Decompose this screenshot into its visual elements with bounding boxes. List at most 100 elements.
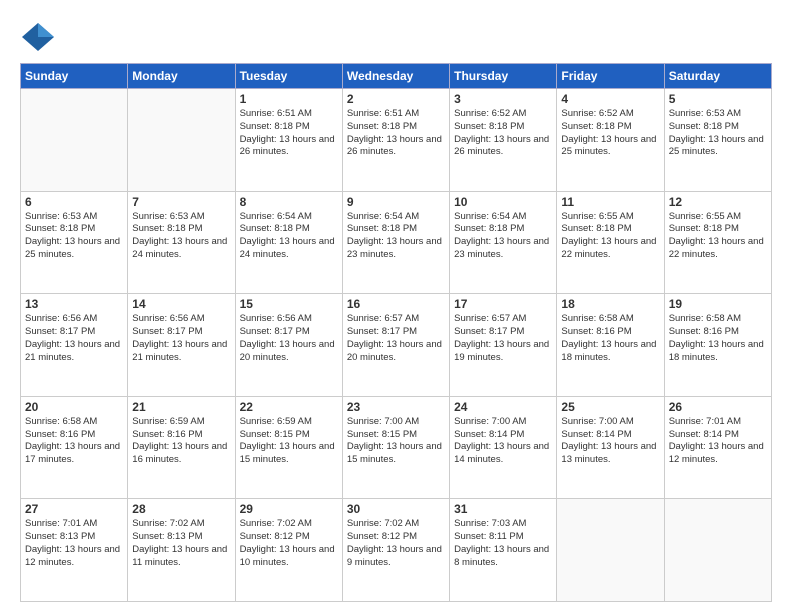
- day-info: Sunrise: 6:51 AM Sunset: 8:18 PM Dayligh…: [347, 108, 445, 159]
- day-of-week-tuesday: Tuesday: [235, 64, 342, 89]
- day-info: Sunrise: 6:56 AM Sunset: 8:17 PM Dayligh…: [240, 313, 338, 364]
- day-info: Sunrise: 6:53 AM Sunset: 8:18 PM Dayligh…: [669, 108, 767, 159]
- day-cell: 16 Sunrise: 6:57 AM Sunset: 8:17 PM Dayli…: [342, 294, 449, 397]
- day-info: Sunrise: 6:55 AM Sunset: 8:18 PM Dayligh…: [669, 211, 767, 262]
- day-number: 8: [240, 195, 338, 209]
- day-info: Sunrise: 6:53 AM Sunset: 8:18 PM Dayligh…: [132, 211, 230, 262]
- days-of-week-row: SundayMondayTuesdayWednesdayThursdayFrid…: [21, 64, 772, 89]
- day-cell: 19 Sunrise: 6:58 AM Sunset: 8:16 PM Dayli…: [664, 294, 771, 397]
- calendar-header: SundayMondayTuesdayWednesdayThursdayFrid…: [21, 64, 772, 89]
- week-row-0: 1 Sunrise: 6:51 AM Sunset: 8:18 PM Daylig…: [21, 89, 772, 192]
- logo: [20, 16, 59, 55]
- day-info: Sunrise: 7:00 AM Sunset: 8:14 PM Dayligh…: [454, 416, 552, 467]
- day-number: 27: [25, 502, 123, 516]
- day-of-week-saturday: Saturday: [664, 64, 771, 89]
- day-info: Sunrise: 6:52 AM Sunset: 8:18 PM Dayligh…: [561, 108, 659, 159]
- day-number: 23: [347, 400, 445, 414]
- day-cell: 25Sunrise: 7:00 AM Sunset: 8:14 PM Dayli…: [557, 396, 664, 499]
- header: [20, 16, 772, 55]
- day-info: Sunrise: 7:00 AM Sunset: 8:15 PM Dayligh…: [347, 416, 445, 467]
- day-info: Sunrise: 6:53 AM Sunset: 8:18 PM Dayligh…: [25, 211, 123, 262]
- day-cell: 6Sunrise: 6:53 AM Sunset: 8:18 PM Daylig…: [21, 191, 128, 294]
- day-of-week-thursday: Thursday: [450, 64, 557, 89]
- day-info: Sunrise: 6:57 AM Sunset: 8:17 PM Dayligh…: [454, 313, 552, 364]
- calendar-body: 1 Sunrise: 6:51 AM Sunset: 8:18 PM Daylig…: [21, 89, 772, 602]
- day-number: 22: [240, 400, 338, 414]
- day-cell: 11 Sunrise: 6:55 AM Sunset: 8:18 PM Dayli…: [557, 191, 664, 294]
- day-cell: 20 Sunrise: 6:58 AM Sunset: 8:16 PM Dayli…: [21, 396, 128, 499]
- day-number: 12: [669, 195, 767, 209]
- day-info: Sunrise: 6:59 AM Sunset: 8:15 PM Dayligh…: [240, 416, 338, 467]
- day-cell: [128, 89, 235, 192]
- page: SundayMondayTuesdayWednesdayThursdayFrid…: [0, 0, 792, 612]
- week-row-2: 13Sunrise: 6:56 AM Sunset: 8:17 PM Dayli…: [21, 294, 772, 397]
- day-cell: 1 Sunrise: 6:51 AM Sunset: 8:18 PM Daylig…: [235, 89, 342, 192]
- day-info: Sunrise: 6:56 AM Sunset: 8:17 PM Dayligh…: [132, 313, 230, 364]
- day-info: Sunrise: 6:51 AM Sunset: 8:18 PM Dayligh…: [240, 108, 338, 159]
- day-cell: 24 Sunrise: 7:00 AM Sunset: 8:14 PM Dayli…: [450, 396, 557, 499]
- day-info: Sunrise: 6:59 AM Sunset: 8:16 PM Dayligh…: [132, 416, 230, 467]
- day-cell: [21, 89, 128, 192]
- day-cell: 7 Sunrise: 6:53 AM Sunset: 8:18 PM Daylig…: [128, 191, 235, 294]
- day-info: Sunrise: 6:57 AM Sunset: 8:17 PM Dayligh…: [347, 313, 445, 364]
- day-info: Sunrise: 7:02 AM Sunset: 8:12 PM Dayligh…: [347, 518, 445, 569]
- day-cell: 22 Sunrise: 6:59 AM Sunset: 8:15 PM Dayli…: [235, 396, 342, 499]
- day-number: 3: [454, 92, 552, 106]
- day-info: Sunrise: 7:03 AM Sunset: 8:11 PM Dayligh…: [454, 518, 552, 569]
- day-cell: 18 Sunrise: 6:58 AM Sunset: 8:16 PM Dayli…: [557, 294, 664, 397]
- day-cell: 31 Sunrise: 7:03 AM Sunset: 8:11 PM Dayli…: [450, 499, 557, 602]
- day-number: 29: [240, 502, 338, 516]
- calendar: SundayMondayTuesdayWednesdayThursdayFrid…: [20, 63, 772, 602]
- day-info: Sunrise: 6:58 AM Sunset: 8:16 PM Dayligh…: [669, 313, 767, 364]
- day-number: 1: [240, 92, 338, 106]
- day-number: 20: [25, 400, 123, 414]
- day-cell: 29 Sunrise: 7:02 AM Sunset: 8:12 PM Dayli…: [235, 499, 342, 602]
- day-of-week-wednesday: Wednesday: [342, 64, 449, 89]
- day-cell: 13Sunrise: 6:56 AM Sunset: 8:17 PM Dayli…: [21, 294, 128, 397]
- day-cell: 21Sunrise: 6:59 AM Sunset: 8:16 PM Dayli…: [128, 396, 235, 499]
- day-cell: 3 Sunrise: 6:52 AM Sunset: 8:18 PM Daylig…: [450, 89, 557, 192]
- day-number: 28: [132, 502, 230, 516]
- day-cell: 28 Sunrise: 7:02 AM Sunset: 8:13 PM Dayli…: [128, 499, 235, 602]
- day-info: Sunrise: 7:02 AM Sunset: 8:12 PM Dayligh…: [240, 518, 338, 569]
- day-number: 18: [561, 297, 659, 311]
- day-info: Sunrise: 6:54 AM Sunset: 8:18 PM Dayligh…: [454, 211, 552, 262]
- day-number: 11: [561, 195, 659, 209]
- day-number: 9: [347, 195, 445, 209]
- day-number: 14: [132, 297, 230, 311]
- day-info: Sunrise: 6:54 AM Sunset: 8:18 PM Dayligh…: [240, 211, 338, 262]
- day-number: 24: [454, 400, 552, 414]
- logo-icon: [20, 19, 56, 55]
- day-number: 31: [454, 502, 552, 516]
- week-row-3: 20 Sunrise: 6:58 AM Sunset: 8:16 PM Dayli…: [21, 396, 772, 499]
- day-info: Sunrise: 6:55 AM Sunset: 8:18 PM Dayligh…: [561, 211, 659, 262]
- day-of-week-sunday: Sunday: [21, 64, 128, 89]
- day-number: 2: [347, 92, 445, 106]
- day-number: 4: [561, 92, 659, 106]
- day-cell: 5 Sunrise: 6:53 AM Sunset: 8:18 PM Daylig…: [664, 89, 771, 192]
- day-number: 17: [454, 297, 552, 311]
- day-cell: 10Sunrise: 6:54 AM Sunset: 8:18 PM Dayli…: [450, 191, 557, 294]
- week-row-1: 6Sunrise: 6:53 AM Sunset: 8:18 PM Daylig…: [21, 191, 772, 294]
- day-number: 7: [132, 195, 230, 209]
- day-info: Sunrise: 7:00 AM Sunset: 8:14 PM Dayligh…: [561, 416, 659, 467]
- day-number: 16: [347, 297, 445, 311]
- day-of-week-friday: Friday: [557, 64, 664, 89]
- day-info: Sunrise: 6:52 AM Sunset: 8:18 PM Dayligh…: [454, 108, 552, 159]
- day-info: Sunrise: 7:02 AM Sunset: 8:13 PM Dayligh…: [132, 518, 230, 569]
- day-info: Sunrise: 6:58 AM Sunset: 8:16 PM Dayligh…: [25, 416, 123, 467]
- day-cell: 4 Sunrise: 6:52 AM Sunset: 8:18 PM Daylig…: [557, 89, 664, 192]
- day-cell: [664, 499, 771, 602]
- day-cell: [557, 499, 664, 602]
- day-cell: 23 Sunrise: 7:00 AM Sunset: 8:15 PM Dayli…: [342, 396, 449, 499]
- day-cell: 12 Sunrise: 6:55 AM Sunset: 8:18 PM Dayli…: [664, 191, 771, 294]
- day-cell: 27 Sunrise: 7:01 AM Sunset: 8:13 PM Dayli…: [21, 499, 128, 602]
- day-cell: 17 Sunrise: 6:57 AM Sunset: 8:17 PM Dayli…: [450, 294, 557, 397]
- day-cell: 2 Sunrise: 6:51 AM Sunset: 8:18 PM Daylig…: [342, 89, 449, 192]
- day-number: 5: [669, 92, 767, 106]
- day-number: 19: [669, 297, 767, 311]
- day-cell: 14 Sunrise: 6:56 AM Sunset: 8:17 PM Dayli…: [128, 294, 235, 397]
- day-number: 30: [347, 502, 445, 516]
- day-info: Sunrise: 7:01 AM Sunset: 8:13 PM Dayligh…: [25, 518, 123, 569]
- day-info: Sunrise: 6:58 AM Sunset: 8:16 PM Dayligh…: [561, 313, 659, 364]
